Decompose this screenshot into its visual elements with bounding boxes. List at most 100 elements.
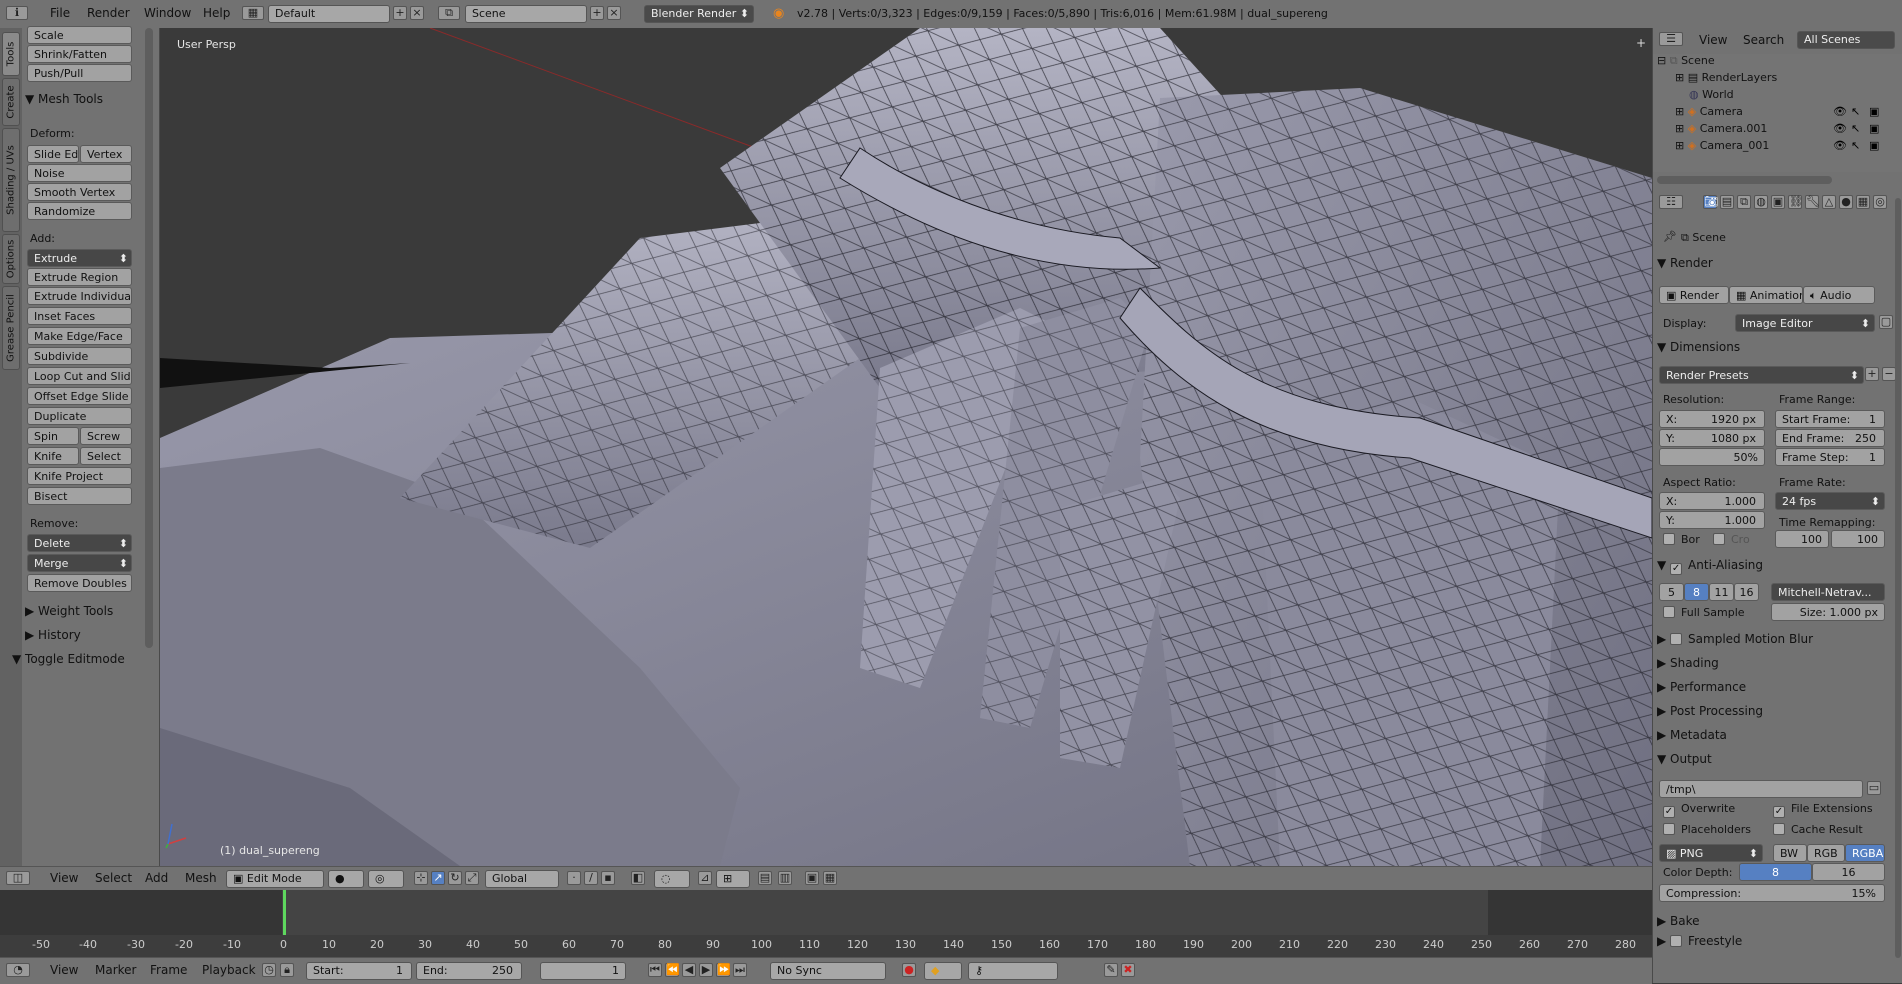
viewport-plus-icon[interactable]: + xyxy=(1636,36,1646,50)
modifiers-tab-icon[interactable]: 🔧︎ xyxy=(1805,195,1820,209)
aa-samples-8[interactable]: 8 xyxy=(1684,583,1709,601)
noise-button[interactable]: Noise xyxy=(27,164,132,182)
resolution-y-field[interactable]: Y: 1080 px xyxy=(1659,429,1765,447)
knife-button[interactable]: Knife xyxy=(27,447,79,465)
performance-panel-header[interactable]: ▶ Performance xyxy=(1657,680,1897,700)
play-icon[interactable]: ▶ xyxy=(699,963,713,977)
visibility-eye-icon[interactable]: 👁︎ xyxy=(1833,122,1847,135)
bisect-button[interactable]: Bisect xyxy=(27,487,132,505)
add-preset-icon[interactable]: + xyxy=(1865,367,1879,381)
end-frame-field[interactable]: End: 250 xyxy=(416,962,522,980)
slide-edge-button[interactable]: Slide Ed xyxy=(27,145,79,163)
properties-editor-type-icon[interactable]: ☷ xyxy=(1659,195,1683,209)
aa-filter-select[interactable]: Mitchell-Netrav... xyxy=(1771,583,1885,601)
toolshelf-scrollbar[interactable] xyxy=(145,28,153,648)
opengl-render-icon[interactable]: ▣ xyxy=(805,871,819,885)
render-layers-tab-icon[interactable]: ▤ xyxy=(1720,195,1734,209)
output-path-field[interactable]: /tmp\ xyxy=(1659,780,1863,798)
layout-select[interactable]: Default xyxy=(268,5,390,23)
render-preview-icon[interactable]: ▤ xyxy=(758,871,772,885)
outliner-item-world[interactable]: ◍ World xyxy=(1689,88,1734,106)
color-rgb-button[interactable]: RGB xyxy=(1807,844,1845,862)
push-pull-button[interactable]: Push/Pull xyxy=(27,64,132,82)
render-camera-icon[interactable]: ▣ xyxy=(1869,122,1879,135)
checkbox-checked-icon[interactable]: ✓ xyxy=(1670,563,1683,575)
menu-file[interactable]: File xyxy=(50,6,70,20)
add-layout-icon[interactable]: + xyxy=(393,6,407,20)
visibility-eye-icon[interactable]: 👁︎ xyxy=(1833,139,1847,152)
delete-dropdown[interactable]: Delete ⬍ xyxy=(27,534,132,552)
jump-end-icon[interactable]: ⏭ xyxy=(733,963,747,977)
file-format-select[interactable]: ▨ PNG ⬍ xyxy=(1659,844,1763,862)
timeline-editor-type-icon[interactable]: ◔ xyxy=(6,963,30,977)
tab-shading-uvs[interactable]: Shading / UVs xyxy=(2,128,20,232)
menu-view[interactable]: View xyxy=(50,871,78,885)
aa-samples-16[interactable]: 16 xyxy=(1734,583,1759,601)
motion-blur-panel-header[interactable]: ▶ Sampled Motion Blur xyxy=(1657,632,1897,652)
subdivide-button[interactable]: Subdivide xyxy=(27,347,132,365)
record-icon[interactable]: ● xyxy=(902,963,916,977)
frame-step-field[interactable]: Frame Step: 1 xyxy=(1775,448,1885,466)
remap-old-field[interactable]: 100 xyxy=(1775,530,1829,548)
render-camera-icon[interactable]: ▣ xyxy=(1869,105,1879,118)
aspect-x-field[interactable]: X: 1.000 xyxy=(1659,492,1765,510)
outliner-editor-type-icon[interactable]: ☰ xyxy=(1659,32,1683,46)
border-checkbox[interactable]: Bor xyxy=(1663,533,1700,546)
spin-button[interactable]: Spin xyxy=(27,427,79,445)
menu-add[interactable]: Add xyxy=(145,871,168,885)
outliner-item-camera[interactable]: ⊞ ◈ Camera xyxy=(1675,105,1743,123)
menu-window[interactable]: Window xyxy=(144,6,191,20)
menu-marker[interactable]: Marker xyxy=(95,963,136,977)
select-cursor-icon[interactable]: ↖ xyxy=(1851,105,1860,118)
remove-preset-icon[interactable]: − xyxy=(1882,367,1896,381)
material-tab-icon[interactable]: ● xyxy=(1839,195,1853,209)
duplicate-button[interactable]: Duplicate xyxy=(27,407,132,425)
proportional-edit-select[interactable]: ◌ xyxy=(654,870,690,888)
tab-create[interactable]: Create xyxy=(2,78,20,126)
menu-select[interactable]: Select xyxy=(95,871,132,885)
rotate-icon[interactable]: ↻ xyxy=(448,871,462,885)
3d-viewport[interactable]: User Persp (1) dual_supereng + xyxy=(160,28,1652,866)
select-cursor-icon[interactable]: ↖ xyxy=(1851,139,1860,152)
checkbox-icon[interactable] xyxy=(1670,935,1683,947)
render-engine-select[interactable]: Blender Render ⬍ xyxy=(644,5,754,23)
mode-select[interactable]: ▣ Edit Mode xyxy=(226,870,324,888)
edge-select-icon[interactable]: / xyxy=(584,871,598,885)
smooth-vertex-button[interactable]: Smooth Vertex xyxy=(27,183,132,201)
visibility-eye-icon[interactable]: 👁︎ xyxy=(1833,105,1847,118)
preview-range-icon[interactable]: ◷ xyxy=(262,963,276,977)
loop-cut-button[interactable]: Loop Cut and Slide xyxy=(27,367,132,385)
properties-scrollbar[interactable] xyxy=(1895,198,1901,958)
snap-element-select[interactable]: ⊞ xyxy=(716,870,750,888)
dimensions-panel-header[interactable]: ▼ Dimensions xyxy=(1657,340,1897,360)
merge-dropdown[interactable]: Merge ⬍ xyxy=(27,554,132,572)
outliner-item-camera_001[interactable]: ⊞ ◈ Camera_001 xyxy=(1675,139,1769,157)
history-panel-header[interactable]: ▶ History xyxy=(25,628,153,648)
knife-project-button[interactable]: Knife Project xyxy=(27,467,132,485)
tab-options[interactable]: Options xyxy=(2,234,20,284)
current-frame-marker[interactable] xyxy=(283,890,286,940)
manipulator-icon[interactable]: ⊹ xyxy=(414,871,428,885)
scene-icon[interactable]: ⧉ xyxy=(438,6,460,20)
render-button[interactable]: ▣ Render xyxy=(1659,286,1729,304)
end-frame-field[interactable]: End Frame: 250 xyxy=(1775,429,1885,447)
display-lock-icon[interactable]: ▢ xyxy=(1879,315,1893,329)
color-bw-button[interactable]: BW xyxy=(1773,844,1807,862)
outliner-item-camera-001[interactable]: ⊞ ◈ Camera.001 xyxy=(1675,122,1767,140)
sync-select[interactable]: No Sync xyxy=(770,962,886,980)
remove-scene-icon[interactable]: × xyxy=(607,6,621,20)
remap-new-field[interactable]: 100 xyxy=(1831,530,1885,548)
physics-tab-icon[interactable]: ◎ xyxy=(1873,195,1887,209)
data-tab-icon[interactable]: △ xyxy=(1822,195,1836,209)
checkbox-icon[interactable] xyxy=(1670,633,1683,645)
compression-slider[interactable]: Compression: 15% xyxy=(1659,884,1885,902)
current-frame-field[interactable]: 1 xyxy=(540,962,626,980)
outliner-item-renderlayers[interactable]: ⊞ ▤ RenderLayers xyxy=(1675,71,1777,89)
add-scene-icon[interactable]: + xyxy=(590,6,604,20)
orientation-select[interactable]: Global xyxy=(485,870,559,888)
menu-outliner-search[interactable]: Search xyxy=(1743,33,1784,47)
info-editor-type-icon[interactable]: ℹ xyxy=(6,6,28,20)
mesh-tools-panel-header[interactable]: ▼ Mesh Tools xyxy=(25,92,153,112)
render-camera-icon[interactable]: ▣ xyxy=(1869,139,1879,152)
render-presets-select[interactable]: Render Presets ⬍ xyxy=(1659,366,1864,384)
